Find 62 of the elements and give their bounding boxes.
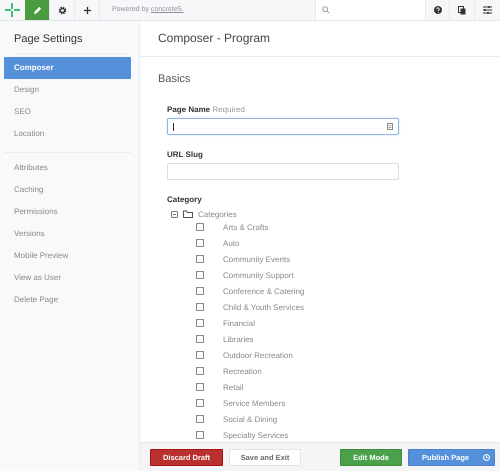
category-label: Outdoor Recreation	[223, 350, 293, 360]
sidebar-item[interactable]: Attributes	[4, 157, 131, 179]
help-button[interactable]	[425, 0, 450, 20]
collapse-icon[interactable]	[171, 210, 178, 218]
search-icon	[322, 6, 330, 14]
category-label: Child & Youth Services	[223, 302, 304, 312]
search-field[interactable]	[315, 0, 425, 20]
category-label: Recreation	[223, 366, 262, 376]
checkbox[interactable]	[196, 431, 204, 439]
category-label: Community Support	[223, 270, 294, 280]
text-field[interactable]	[167, 163, 399, 180]
checkbox[interactable]	[196, 303, 204, 311]
clock-icon	[483, 454, 490, 460]
category-label: Libraries	[223, 334, 254, 344]
category-label: Community Events	[223, 254, 290, 264]
sidebar-item[interactable]: Caching	[4, 179, 131, 201]
text-cursor	[173, 122, 174, 130]
checkbox[interactable]	[196, 399, 204, 407]
checkbox[interactable]	[196, 239, 204, 247]
settings-icon	[58, 6, 66, 14]
category-label: Service Members	[223, 398, 286, 408]
tree-node-label[interactable]: Categories	[198, 210, 237, 218]
pages-icon	[458, 6, 466, 14]
sidebar-item[interactable]: View as User	[4, 267, 131, 289]
checkbox[interactable]	[196, 367, 204, 375]
panel-title: Page Settings	[14, 33, 131, 54]
field-label: URL Slug	[167, 150, 204, 159]
category-label: Financial	[223, 318, 256, 328]
checkbox[interactable]	[196, 383, 204, 391]
category-label: Social & Dining	[223, 414, 278, 424]
text-field[interactable]	[167, 118, 399, 135]
field-label: Category	[167, 195, 203, 204]
sidebar-item[interactable]: Design	[4, 79, 131, 101]
section-heading: Basics	[158, 73, 192, 85]
category-label: Auto	[223, 238, 240, 248]
help-icon	[434, 6, 442, 14]
category-label: Arts & Crafts	[223, 222, 268, 232]
checkbox[interactable]	[196, 287, 204, 295]
category-label: Conference & Catering	[223, 286, 304, 296]
checkbox[interactable]	[196, 415, 204, 423]
sidebar-item[interactable]: Location	[4, 123, 131, 145]
sidebar-item[interactable]: Permissions	[4, 201, 131, 223]
sidebar-item[interactable]: Versions	[4, 223, 131, 245]
folder-icon	[183, 210, 193, 218]
sidebar-item[interactable]: Composer	[4, 57, 131, 79]
checkbox[interactable]	[196, 255, 204, 263]
plus-icon	[82, 6, 92, 14]
category-label: Specialty Services	[223, 430, 288, 440]
checkbox[interactable]	[196, 223, 204, 231]
sidebar-item[interactable]: Delete Page	[4, 289, 131, 311]
checkbox[interactable]	[196, 335, 204, 343]
field-label: Page Name Required	[167, 105, 246, 114]
checkbox[interactable]	[196, 271, 204, 279]
pencil-icon	[32, 6, 42, 14]
sidebar-item[interactable]: SEO	[4, 101, 131, 123]
sidebar-item[interactable]: Mobile Preview	[4, 245, 131, 267]
checkbox[interactable]	[196, 351, 204, 359]
list-icon	[387, 123, 393, 130]
category-label: Retail	[223, 382, 244, 392]
page-heading: Composer - Program	[158, 31, 272, 45]
sliders-icon	[483, 6, 492, 14]
checkbox[interactable]	[196, 319, 204, 327]
